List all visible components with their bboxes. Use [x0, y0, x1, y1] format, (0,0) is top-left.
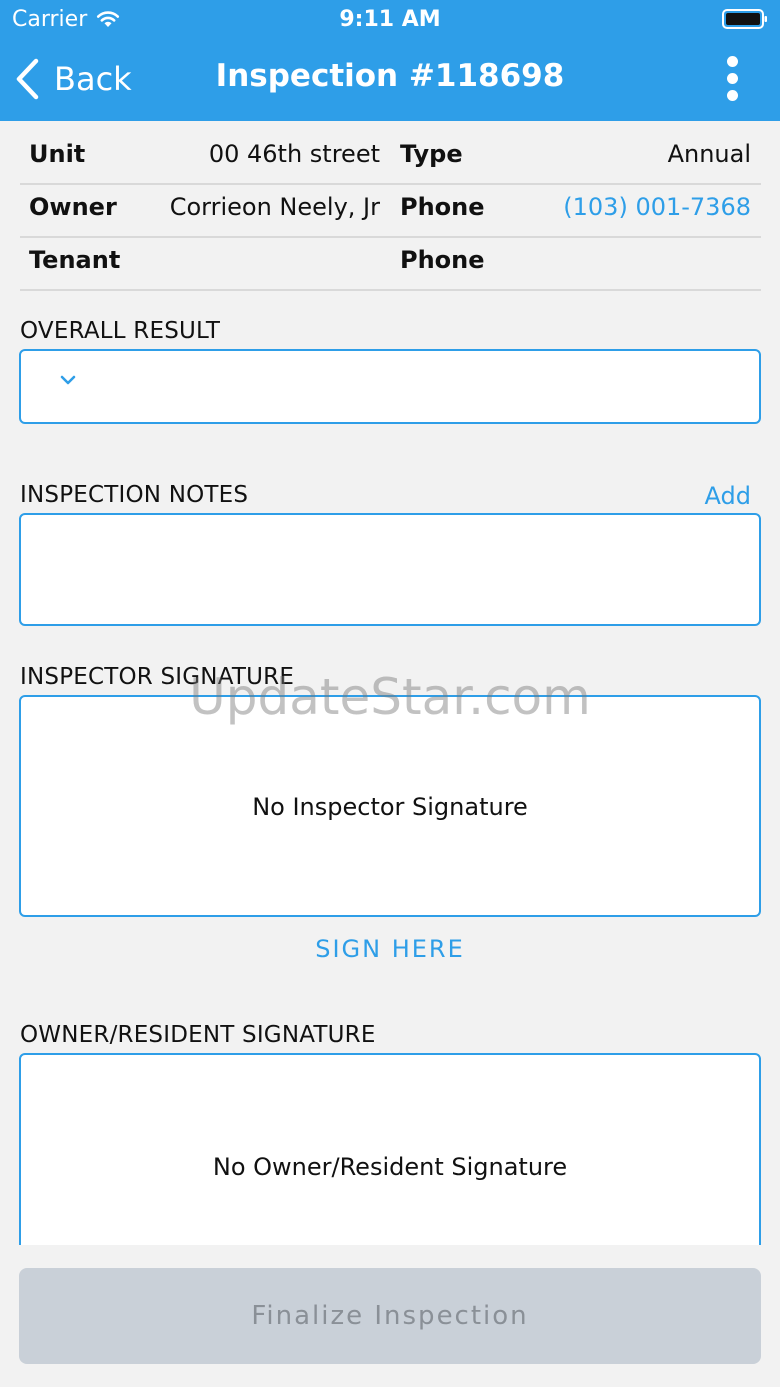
- unit-label: Unit: [29, 140, 86, 168]
- info-row-owner: Owner Corrieon Neely, Jr Phone (103) 001…: [20, 185, 761, 238]
- inspector-signature-box: No Inspector Signature: [19, 695, 761, 917]
- status-bar: Carrier 9:11 AM: [0, 0, 780, 40]
- owner-value: Corrieon Neely, Jr: [169, 193, 380, 221]
- owner-label: Owner: [29, 193, 117, 221]
- owner-phone-link[interactable]: (103) 001-7368: [563, 193, 751, 221]
- chevron-down-icon: [60, 375, 76, 385]
- chevron-left-icon: [16, 58, 39, 100]
- overall-result-dropdown[interactable]: [19, 349, 761, 424]
- sign-here-button[interactable]: SIGN HERE: [0, 935, 780, 963]
- inspection-notes-label: INSPECTION NOTES: [20, 482, 249, 508]
- type-value: Annual: [667, 140, 751, 168]
- unit-value: 00 46th street: [208, 140, 380, 168]
- status-time: 9:11 AM: [339, 7, 441, 32]
- finalize-inspection-button[interactable]: Finalize Inspection: [19, 1268, 761, 1364]
- info-row-unit: Unit 00 46th street Type Annual: [20, 132, 761, 185]
- owner-signature-box: No Owner/Resident Signature: [19, 1053, 761, 1275]
- inspection-notes-field[interactable]: [19, 513, 761, 626]
- battery-icon: [722, 9, 767, 29]
- inspector-signature-label: INSPECTOR SIGNATURE: [20, 664, 295, 690]
- back-button[interactable]: Back: [14, 56, 132, 102]
- tenant-label: Tenant: [29, 246, 121, 274]
- inspector-signature-empty-text: No Inspector Signature: [252, 793, 528, 821]
- owner-signature-empty-text: No Owner/Resident Signature: [212, 1153, 568, 1181]
- tenant-phone-label: Phone: [400, 246, 485, 274]
- info-row-tenant: Tenant Phone: [20, 238, 761, 291]
- overall-result-label: OVERALL RESULT: [20, 318, 221, 344]
- owner-signature-label: OWNER/RESIDENT SIGNATURE: [20, 1022, 376, 1048]
- owner-phone-label: Phone: [400, 193, 485, 221]
- add-note-link[interactable]: Add: [705, 482, 751, 510]
- navigation-bar: Carrier 9:11 AM Back Inspection #118698: [0, 0, 780, 121]
- type-label: Type: [400, 140, 463, 168]
- inspection-info: Unit 00 46th street Type Annual Owner Co…: [20, 132, 761, 291]
- back-label: Back: [54, 60, 132, 98]
- more-options-icon[interactable]: [720, 56, 744, 104]
